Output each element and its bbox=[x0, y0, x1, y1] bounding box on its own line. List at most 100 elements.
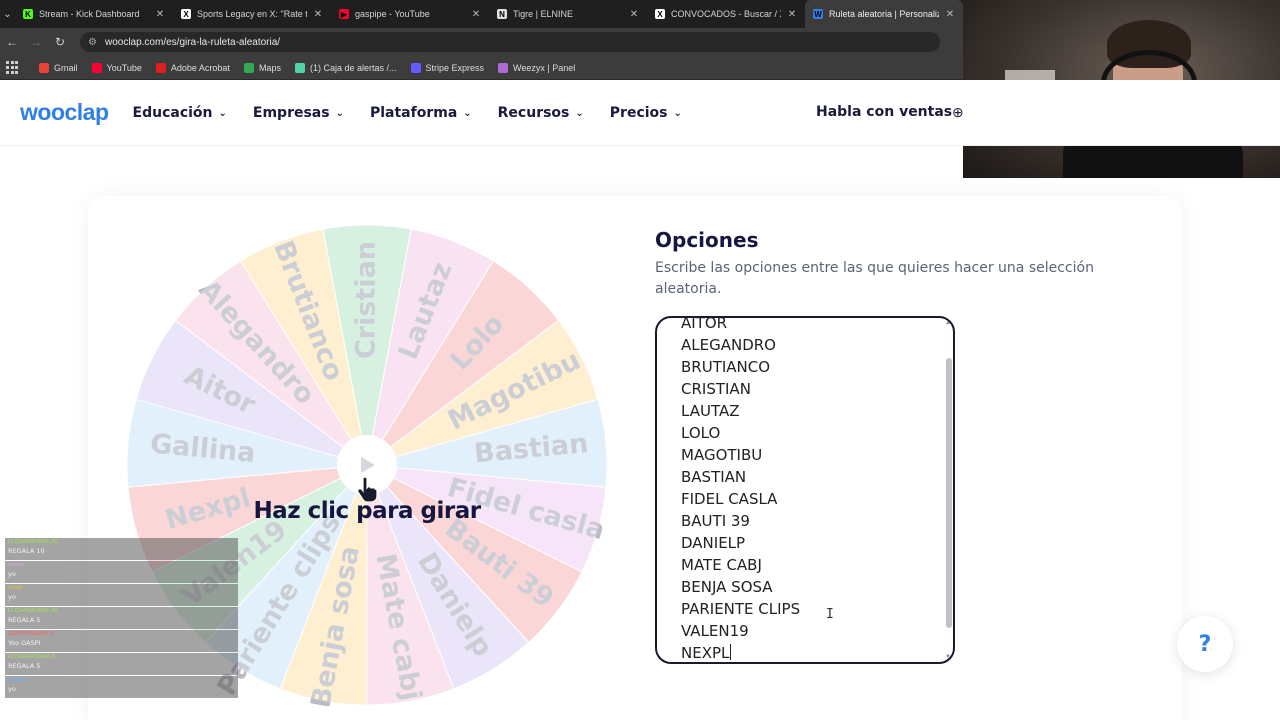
chat-text: Yoo GASPI bbox=[8, 639, 41, 647]
option-line: LAUTAZ bbox=[681, 402, 740, 420]
tab-close-icon[interactable]: ✕ bbox=[787, 9, 797, 20]
browser-tab[interactable]: N Tigre | ELNINE ✕ bbox=[489, 0, 647, 28]
forward-arrow-icon[interactable]: → bbox=[24, 28, 48, 56]
reload-icon[interactable]: ↻ bbox=[48, 28, 72, 56]
bookmark-favicon-icon bbox=[410, 62, 421, 73]
bookmark-label: Gmail bbox=[54, 62, 78, 73]
option-line: MATE CABJ bbox=[681, 556, 762, 574]
bookmark-item[interactable]: (1) Caja de alertas /... bbox=[290, 62, 402, 73]
chat-message: chuchi yo bbox=[5, 561, 238, 583]
browser-tab[interactable]: W Ruleta aleatoria | Personaliza y ✕ bbox=[805, 0, 963, 28]
chat-text: REGALA 5 bbox=[8, 616, 41, 624]
chat-username: ELCHAMANBALUN bbox=[8, 654, 57, 660]
nav-item-label: Educación bbox=[132, 104, 213, 121]
nav-item[interactable]: Empresas ⌄ bbox=[253, 105, 344, 121]
help-button[interactable]: ? bbox=[1177, 616, 1233, 672]
chat-text: yo bbox=[8, 685, 16, 693]
screen: ⌄ K Stream - Kick Dashboard ✕ X Sports Legac… bbox=[0, 0, 1280, 720]
tab-favicon-icon: ▶ bbox=[339, 9, 349, 19]
tab-close-icon[interactable]: ✕ bbox=[155, 9, 165, 20]
tab-title: Sports Legacy en X: "Rate this s bbox=[197, 9, 307, 19]
tab-close-icon[interactable]: ✕ bbox=[313, 9, 323, 20]
option-line: FIDEL CASLA bbox=[681, 490, 778, 508]
bookmark-favicon-icon bbox=[294, 62, 305, 73]
tab-search-icon[interactable]: ⌄ bbox=[0, 0, 15, 28]
tab-favicon-icon: W bbox=[813, 9, 823, 19]
bookmark-item[interactable]: Stripe Express bbox=[406, 62, 490, 73]
tab-close-icon[interactable]: ✕ bbox=[629, 9, 639, 20]
tab-title: Tigre | ELNINE bbox=[513, 9, 574, 19]
tab-title: gaspipe - YouTube bbox=[355, 9, 430, 19]
bookmark-label: Stripe Express bbox=[425, 62, 485, 73]
nav-item-label: Empresas bbox=[252, 104, 330, 121]
bookmark-item[interactable]: Gmail bbox=[34, 62, 83, 73]
back-arrow-icon[interactable]: ← bbox=[0, 28, 24, 56]
chat-text: REGALA 10 bbox=[8, 547, 45, 555]
option-line: CRISTIAN bbox=[681, 380, 751, 398]
tab-close-icon[interactable]: ✕ bbox=[471, 9, 481, 20]
options-title: Opciones bbox=[655, 228, 759, 252]
bookmark-item[interactable]: Adobe Acrobat bbox=[151, 62, 235, 73]
globe-icon[interactable]: ⊕ bbox=[952, 104, 964, 121]
chat-username: chuchi bbox=[8, 562, 24, 568]
scroll-up-icon[interactable]: ▲ bbox=[945, 320, 951, 326]
nav-item[interactable]: Plataforma ⌄ bbox=[370, 105, 472, 121]
spin-instruction[interactable]: Haz clic para girar bbox=[246, 498, 488, 524]
tab-favicon-icon: X bbox=[181, 9, 191, 19]
bookmark-label: YouTube bbox=[106, 62, 142, 73]
browser-tab[interactable]: X Sports Legacy en X: "Rate this s ✕ bbox=[173, 0, 331, 28]
nav-item-label: Precios bbox=[609, 104, 668, 121]
nav-item[interactable]: Educación ⌄ bbox=[133, 105, 227, 121]
chat-message: nutelo yo bbox=[5, 584, 238, 606]
bookmark-item[interactable]: YouTube bbox=[87, 62, 147, 73]
nav-item[interactable]: Recursos ⌄ bbox=[498, 105, 584, 121]
chat-username: nutelo bbox=[8, 585, 23, 591]
option-line: NEXPL bbox=[681, 644, 732, 662]
url-text: wooclap.com/es/gira-la-ruleta-aleatoria/ bbox=[104, 36, 281, 48]
chat-message: ELCHAMANBALUN REGALA 5 bbox=[5, 607, 238, 629]
bookmark-favicon-icon bbox=[498, 62, 509, 73]
tab-favicon-icon: X bbox=[655, 9, 665, 19]
nav-item-label: Plataforma bbox=[369, 104, 458, 121]
nav-item[interactable]: Precios ⌄ bbox=[610, 105, 682, 121]
chevron-down-icon: ⌄ bbox=[575, 108, 584, 119]
tab-title: Ruleta aleatoria | Personaliza y bbox=[829, 9, 939, 19]
bookmark-favicon-icon bbox=[243, 62, 254, 73]
scrollbar-thumb[interactable] bbox=[946, 358, 952, 628]
browser-tab-bar: ⌄ K Stream - Kick Dashboard ✕ X Sports Legac… bbox=[0, 0, 963, 28]
option-line: BRUTIANCO bbox=[681, 358, 771, 376]
stream-chat-overlay: ELCHAMANBALUN REGALA 10 chuchi yo nutelo yo EL… bbox=[5, 538, 238, 698]
chat-username: ESPORTSMASTR bbox=[8, 631, 54, 637]
tab-close-icon[interactable]: ✕ bbox=[945, 9, 955, 20]
chat-username: tomitoo bbox=[8, 677, 27, 683]
browser-tab[interactable]: K Stream - Kick Dashboard ✕ bbox=[15, 0, 173, 28]
chevron-down-icon: ⌄ bbox=[218, 108, 227, 119]
option-line: ALEGANDRO bbox=[681, 336, 776, 354]
nav-item-label: Recursos bbox=[497, 104, 570, 121]
option-line: DANIELP bbox=[681, 534, 746, 552]
apps-grid-icon[interactable] bbox=[6, 60, 20, 75]
options-textarea[interactable]: AITOR ALEGANDRO BRUTIANCO CRISTIAN LAUTAZ LOL… bbox=[655, 316, 955, 664]
bookmark-item[interactable]: Weezyx | Panel bbox=[493, 62, 580, 73]
wooclap-logo[interactable]: wooclap bbox=[20, 99, 109, 126]
talk-to-sales-link[interactable]: Habla con ventas bbox=[816, 104, 952, 120]
option-line: BENJA SOSA bbox=[681, 578, 773, 596]
address-bar[interactable]: ⚙ wooclap.com/es/gira-la-ruleta-aleatori… bbox=[80, 32, 940, 52]
chat-text: yo bbox=[8, 570, 16, 578]
option-line: BASTIAN bbox=[681, 468, 747, 486]
chat-text: REGALA 5 bbox=[8, 662, 41, 670]
chat-message: ELCHAMANBALUN REGALA 5 bbox=[5, 653, 238, 675]
chevron-down-icon: ⌄ bbox=[673, 108, 682, 119]
site-info-icon[interactable]: ⚙ bbox=[88, 37, 97, 48]
option-line: LOLO bbox=[681, 424, 721, 442]
option-line: VALEN19 bbox=[681, 622, 749, 640]
browser-tab[interactable]: ▶ gaspipe - YouTube ✕ bbox=[331, 0, 489, 28]
bookmark-item[interactable]: Maps bbox=[239, 62, 286, 73]
scroll-down-icon[interactable]: ▼ bbox=[945, 654, 951, 660]
browser-tab[interactable]: X CONVOCADOS - Buscar / X ✕ bbox=[647, 0, 805, 28]
bookmark-favicon-icon bbox=[155, 62, 166, 73]
option-line: AITOR bbox=[681, 316, 728, 332]
bookmark-label: Adobe Acrobat bbox=[170, 62, 230, 73]
chat-message: ELCHAMANBALUN REGALA 10 bbox=[5, 538, 238, 560]
text-cursor-icon: I bbox=[826, 607, 834, 622]
